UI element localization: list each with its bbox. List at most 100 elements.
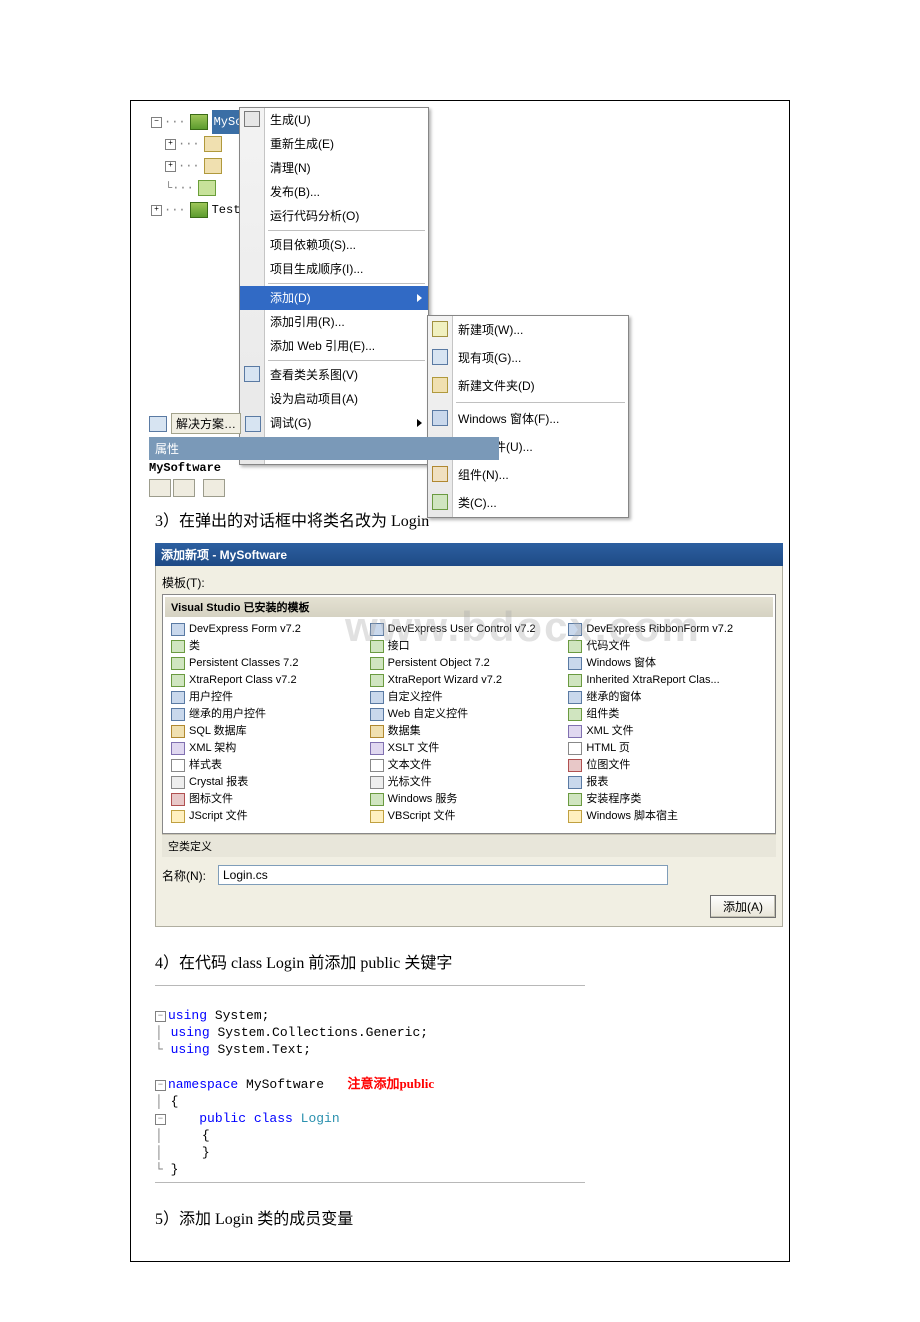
template-item[interactable]: XSLT 文件 bbox=[370, 740, 569, 757]
template-item[interactable]: 报表 bbox=[568, 774, 767, 791]
menu-add-web-reference[interactable]: 添加 Web 引用(E)... bbox=[240, 334, 428, 358]
menu-set-startup[interactable]: 设为启动项目(A) bbox=[240, 387, 428, 411]
template-item[interactable]: 数据集 bbox=[370, 723, 569, 740]
submenu-existing-item[interactable]: 现有项(G)... bbox=[428, 344, 628, 372]
tree-collapse-icon[interactable]: − bbox=[151, 117, 162, 128]
template-item[interactable]: SQL 数据库 bbox=[171, 723, 370, 740]
folder-icon bbox=[204, 158, 222, 174]
tree-expand-icon[interactable]: + bbox=[165, 139, 176, 150]
add-button[interactable]: 添加(A) bbox=[710, 895, 776, 918]
template-item[interactable]: 位图文件 bbox=[568, 757, 767, 774]
menu-build[interactable]: 生成(U) bbox=[240, 108, 428, 132]
template-item[interactable]: Crystal 报表 bbox=[171, 774, 370, 791]
props-alpha-button[interactable] bbox=[173, 479, 195, 497]
template-item[interactable]: XtraReport Wizard v7.2 bbox=[370, 672, 569, 689]
annotation: 注意添加public bbox=[347, 1076, 434, 1091]
menu-dependencies[interactable]: 项目依赖项(S)... bbox=[240, 233, 428, 257]
tree-item-test[interactable]: Test bbox=[212, 199, 241, 221]
menu-add-reference[interactable]: 添加引用(R)... bbox=[240, 310, 428, 334]
menu-debug[interactable]: 调试(G) bbox=[240, 411, 428, 435]
menu-build-order[interactable]: 项目生成顺序(I)... bbox=[240, 257, 428, 281]
template-item[interactable]: DevExpress Form v7.2 bbox=[171, 621, 370, 638]
tree-expand-icon[interactable]: + bbox=[151, 205, 162, 216]
submenu-windows-form[interactable]: Windows 窗体(F)... bbox=[428, 405, 628, 433]
form-icon bbox=[370, 623, 384, 636]
template-description: 空类定义 bbox=[162, 834, 776, 857]
template-item[interactable]: 自定义控件 bbox=[370, 689, 569, 706]
properties-panel-header: 属性 bbox=[149, 437, 499, 460]
fold-icon[interactable]: − bbox=[155, 1080, 166, 1091]
templates-label: 模板(T): bbox=[162, 574, 776, 591]
js-icon bbox=[370, 810, 384, 823]
menu-rebuild[interactable]: 重新生成(E) bbox=[240, 132, 428, 156]
menu-clean[interactable]: 清理(N) bbox=[240, 156, 428, 180]
submenu-new-item[interactable]: 新建项(W)... bbox=[428, 316, 628, 344]
properties-selected-name: MySoftware bbox=[149, 461, 221, 475]
diagram-icon bbox=[244, 366, 260, 382]
template-item[interactable]: XML 架构 bbox=[171, 740, 370, 757]
template-item[interactable]: 组件类 bbox=[568, 706, 767, 723]
add-submenu: 新建项(W)... 现有项(G)... 新建文件夹(D) Windows 窗体(… bbox=[427, 315, 629, 518]
template-item[interactable]: Persistent Object 7.2 bbox=[370, 655, 569, 672]
template-item[interactable]: Web 自定义控件 bbox=[370, 706, 569, 723]
explorer-icon bbox=[149, 416, 167, 432]
template-item[interactable]: 接口 bbox=[370, 638, 569, 655]
step-4-text: 4）在代码 class Login 前添加 public 关键字 bbox=[155, 949, 789, 973]
cs-icon bbox=[370, 640, 384, 653]
template-item[interactable]: 类 bbox=[171, 638, 370, 655]
template-item[interactable]: XtraReport Class v7.2 bbox=[171, 672, 370, 689]
template-item[interactable]: 继承的窗体 bbox=[568, 689, 767, 706]
template-item[interactable]: DevExpress RibbonForm v7.2 bbox=[568, 621, 767, 638]
template-item[interactable]: HTML 页 bbox=[568, 740, 767, 757]
template-item[interactable]: 代码文件 bbox=[568, 638, 767, 655]
template-item[interactable]: Windows 脚本宿主 bbox=[568, 808, 767, 825]
menu-publish[interactable]: 发布(B)... bbox=[240, 180, 428, 204]
template-item[interactable]: 用户控件 bbox=[171, 689, 370, 706]
template-item[interactable]: 光标文件 bbox=[370, 774, 569, 791]
search-icon bbox=[245, 416, 261, 432]
template-item[interactable]: XML 文件 bbox=[568, 723, 767, 740]
props-pages-button[interactable] bbox=[203, 479, 225, 497]
cs-icon bbox=[568, 793, 582, 806]
fold-icon[interactable]: − bbox=[155, 1114, 166, 1125]
cs-icon bbox=[370, 674, 384, 687]
cs-icon bbox=[370, 657, 384, 670]
form-icon bbox=[171, 708, 185, 721]
template-item[interactable]: JScript 文件 bbox=[171, 808, 370, 825]
db-icon bbox=[370, 725, 384, 738]
fold-icon[interactable]: − bbox=[155, 1011, 166, 1022]
submenu-arrow-icon bbox=[417, 419, 422, 427]
name-input[interactable] bbox=[218, 865, 668, 885]
solution-explorer-tab[interactable]: 解决方案… bbox=[149, 413, 261, 434]
submenu-new-folder[interactable]: 新建文件夹(D) bbox=[428, 372, 628, 400]
template-item[interactable]: 继承的用户控件 bbox=[171, 706, 370, 723]
menu-class-diagram[interactable]: 查看类关系图(V) bbox=[240, 363, 428, 387]
template-item[interactable]: 样式表 bbox=[171, 757, 370, 774]
template-item[interactable]: 文本文件 bbox=[370, 757, 569, 774]
menu-add[interactable]: 添加(D) bbox=[240, 286, 428, 310]
template-item[interactable]: 安装程序类 bbox=[568, 791, 767, 808]
template-item[interactable]: Windows 服务 bbox=[370, 791, 569, 808]
props-categorize-button[interactable] bbox=[149, 479, 171, 497]
submenu-class[interactable]: 类(C)... bbox=[428, 489, 628, 517]
menu-code-analysis[interactable]: 运行代码分析(O) bbox=[240, 204, 428, 228]
component-icon bbox=[432, 466, 448, 482]
csproj-icon bbox=[190, 114, 208, 130]
template-item[interactable]: Inherited XtraReport Clas... bbox=[568, 672, 767, 689]
template-item[interactable]: DevExpress User Control v7.2 bbox=[370, 621, 569, 638]
xml-icon bbox=[171, 742, 185, 755]
form-icon bbox=[568, 657, 582, 670]
submenu-component[interactable]: 组件(N)... bbox=[428, 461, 628, 489]
js-icon bbox=[568, 810, 582, 823]
build-icon bbox=[244, 111, 260, 127]
template-item[interactable]: 图标文件 bbox=[171, 791, 370, 808]
template-item[interactable]: Windows 窗体 bbox=[568, 655, 767, 672]
template-item[interactable]: VBScript 文件 bbox=[370, 808, 569, 825]
step-5-text: 5）添加 Login 类的成员变量 bbox=[155, 1205, 789, 1229]
txt-icon bbox=[171, 759, 185, 772]
folder-icon bbox=[204, 136, 222, 152]
code-block: −using System; │ using System.Collection… bbox=[155, 985, 585, 1183]
template-item[interactable]: Persistent Classes 7.2 bbox=[171, 655, 370, 672]
tree-expand-icon[interactable]: + bbox=[165, 161, 176, 172]
form-icon bbox=[568, 623, 582, 636]
